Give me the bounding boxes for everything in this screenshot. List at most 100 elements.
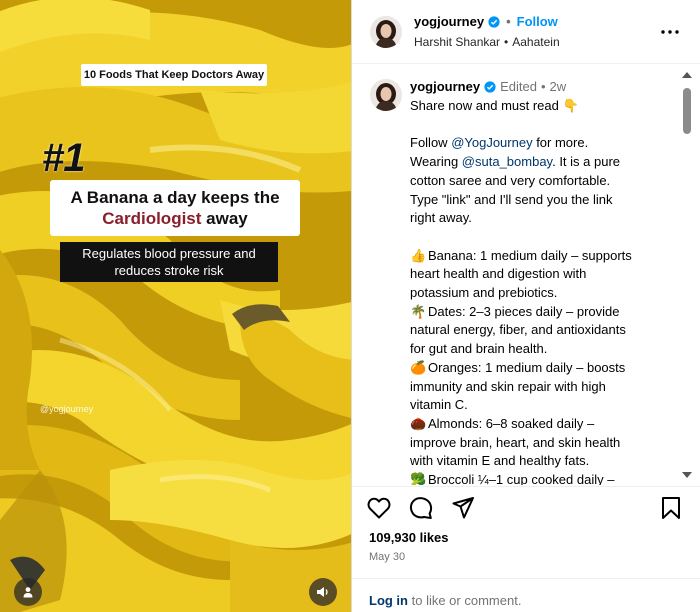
caption-line: 🌰 Almonds: 6–8 soaked daily – <box>410 415 672 434</box>
caption-emoji: 🌰 <box>410 415 427 431</box>
caption-line: Follow @YogJourney for more. <box>410 134 672 153</box>
post-header: yogjourney • Follow Harshit Shankar • Aa… <box>352 0 700 64</box>
caption-edited-label: Edited <box>500 79 537 94</box>
caption-line: immunity and skin repair with high <box>410 378 672 397</box>
caption-line: heart health and digestion with <box>410 265 672 284</box>
scroll-thumb[interactable] <box>683 88 691 134</box>
scroll-down-arrow-icon[interactable] <box>682 472 692 478</box>
verified-badge-icon <box>488 15 500 28</box>
caption-line-text: immunity and skin repair with high <box>410 378 606 394</box>
media-number: #1 <box>42 136 85 180</box>
caption-line-text: Dates: 2–3 pieces daily – provide <box>428 303 620 319</box>
caption-line-text: improve brain, heart, and skin health <box>410 434 621 450</box>
caption-text-pre: Follow <box>410 135 452 151</box>
media-sub-line1: Regulates blood pressure and <box>82 246 256 261</box>
more-options-button[interactable] <box>658 20 682 44</box>
caption-blank-line <box>410 228 672 247</box>
caption-line: natural energy, fiber, and antioxidants <box>410 321 672 340</box>
media-headline-line1: A Banana a day keeps the <box>70 188 280 207</box>
like-button[interactable] <box>366 495 392 521</box>
caption-line: right away. <box>410 209 672 228</box>
post-panel: yogjourney • Follow Harshit Shankar • Aa… <box>351 0 700 612</box>
caption-username[interactable]: yogjourney <box>410 79 480 94</box>
media-headline-line2: Cardiologist away <box>102 208 247 229</box>
media-headline-red: Cardiologist <box>102 209 202 228</box>
caption-scrollbar[interactable] <box>680 70 694 480</box>
caption-text-post: . It is a pure <box>552 154 621 170</box>
caption-separator: • <box>540 79 546 94</box>
caption-text-post: for more. <box>532 135 589 151</box>
caption-emoji: 🌴 <box>410 303 427 319</box>
save-button[interactable] <box>658 495 684 521</box>
caption-text-pre: Wearing <box>410 154 462 170</box>
share-icon <box>452 497 474 519</box>
media-tag: 10 Foods That Keep Doctors Away <box>81 64 267 86</box>
post-actions <box>352 486 700 530</box>
post-media[interactable]: 10 Foods That Keep Doctors Away #1 A Ban… <box>0 0 351 612</box>
caption-line-text: cotton saree and very comfortable. <box>410 172 611 188</box>
follow-button[interactable]: Follow <box>517 14 558 29</box>
login-prompt-rest: to like or comment. <box>408 593 522 608</box>
caption-line: 🍊 Oranges: 1 medium daily – boosts <box>410 359 672 378</box>
caption-time: 2w <box>549 79 567 94</box>
caption-line-text: vitamin C. <box>410 397 468 413</box>
caption-area[interactable]: yogjourney Edited • 2w Share now and mus… <box>352 65 700 485</box>
user-tag-button[interactable] <box>14 578 42 606</box>
avatar-image <box>370 16 402 48</box>
caption-mention-link[interactable]: @YogJourney <box>451 135 532 150</box>
caption-line: Wearing @suta_bombay. It is a pure <box>410 153 672 172</box>
login-prompt: Log in to like or comment. <box>369 593 521 608</box>
audio-title: Aahatein <box>512 35 560 49</box>
header-username[interactable]: yogjourney <box>414 14 484 29</box>
caption-line-text: for gut and brain health. <box>410 341 548 357</box>
caption-line-text: Broccoli ¼–1 cup cooked daily – <box>428 472 615 485</box>
likes-count[interactable]: 109,930 likes <box>369 530 449 545</box>
caption-line: Type "link" and I'll send you the link <box>410 191 672 210</box>
caption-line-text: Type "link" and I'll send you the link <box>410 191 613 207</box>
volume-icon <box>317 587 328 597</box>
header-separator: • <box>506 14 511 29</box>
caption-line: for gut and brain health. <box>410 340 672 359</box>
caption-line: 👍 Banana: 1 medium daily – supports <box>410 247 672 266</box>
heart-icon <box>367 497 391 519</box>
share-button[interactable] <box>450 495 476 521</box>
caption-avatar-image <box>370 79 402 111</box>
media-headline: A Banana a day keeps the Cardiologist aw… <box>50 180 300 236</box>
caption-text: Share now and must read 👇 Follow @YogJour… <box>410 97 672 485</box>
post-date: May 30 <box>369 551 406 563</box>
caption-line: potassium and prebiotics. <box>410 284 672 303</box>
media-subtitle: Regulates blood pressure and reduces str… <box>60 242 278 282</box>
scroll-up-arrow-icon[interactable] <box>682 72 692 78</box>
comment-button[interactable] <box>408 495 434 521</box>
caption-line-text: Banana: 1 medium daily – supports <box>428 247 632 263</box>
caption-line: improve brain, heart, and skin health <box>410 434 672 453</box>
caption-line: 🌴 Dates: 2–3 pieces daily – provide <box>410 303 672 322</box>
login-link[interactable]: Log in <box>369 593 408 608</box>
caption-line-text: natural energy, fiber, and antioxidants <box>410 322 626 338</box>
avatar[interactable] <box>370 16 402 48</box>
login-bar: Log in to like or comment. <box>352 578 700 612</box>
caption-mention-link[interactable]: @suta_bombay <box>462 154 552 169</box>
caption-emoji: 👍 <box>410 247 427 263</box>
media-watermark: @yogjourney <box>40 404 94 414</box>
caption-avatar[interactable] <box>370 79 402 111</box>
media-sub-line2: reduces stroke risk <box>114 263 224 278</box>
caption-line-text: Share now and must read 👇 <box>410 98 579 113</box>
caption-emoji: 🍊 <box>410 359 427 375</box>
caption-line-text: with vitamin E and healthy fats. <box>410 453 590 469</box>
caption-line-text: heart health and digestion with <box>410 266 587 282</box>
caption-line-text: right away. <box>410 210 472 226</box>
bananas-image <box>0 0 351 612</box>
comment-icon <box>409 497 433 519</box>
caption-line: Share now and must read 👇 <box>410 97 672 116</box>
caption-line: vitamin C. <box>410 396 672 415</box>
caption-line-text: Almonds: 6–8 soaked daily – <box>428 415 595 431</box>
header-user-row: yogjourney • Follow <box>414 14 558 29</box>
volume-button[interactable] <box>309 578 337 606</box>
audio-info[interactable]: Harshit Shankar • Aahatein <box>414 35 560 49</box>
audio-separator: • <box>504 35 509 49</box>
user-tag-icon <box>23 587 33 598</box>
bookmark-icon <box>662 497 680 519</box>
caption-line: 🥦 Broccoli ¼–1 cup cooked daily – <box>410 471 672 485</box>
caption-line-text: Oranges: 1 medium daily – boosts <box>428 359 626 375</box>
